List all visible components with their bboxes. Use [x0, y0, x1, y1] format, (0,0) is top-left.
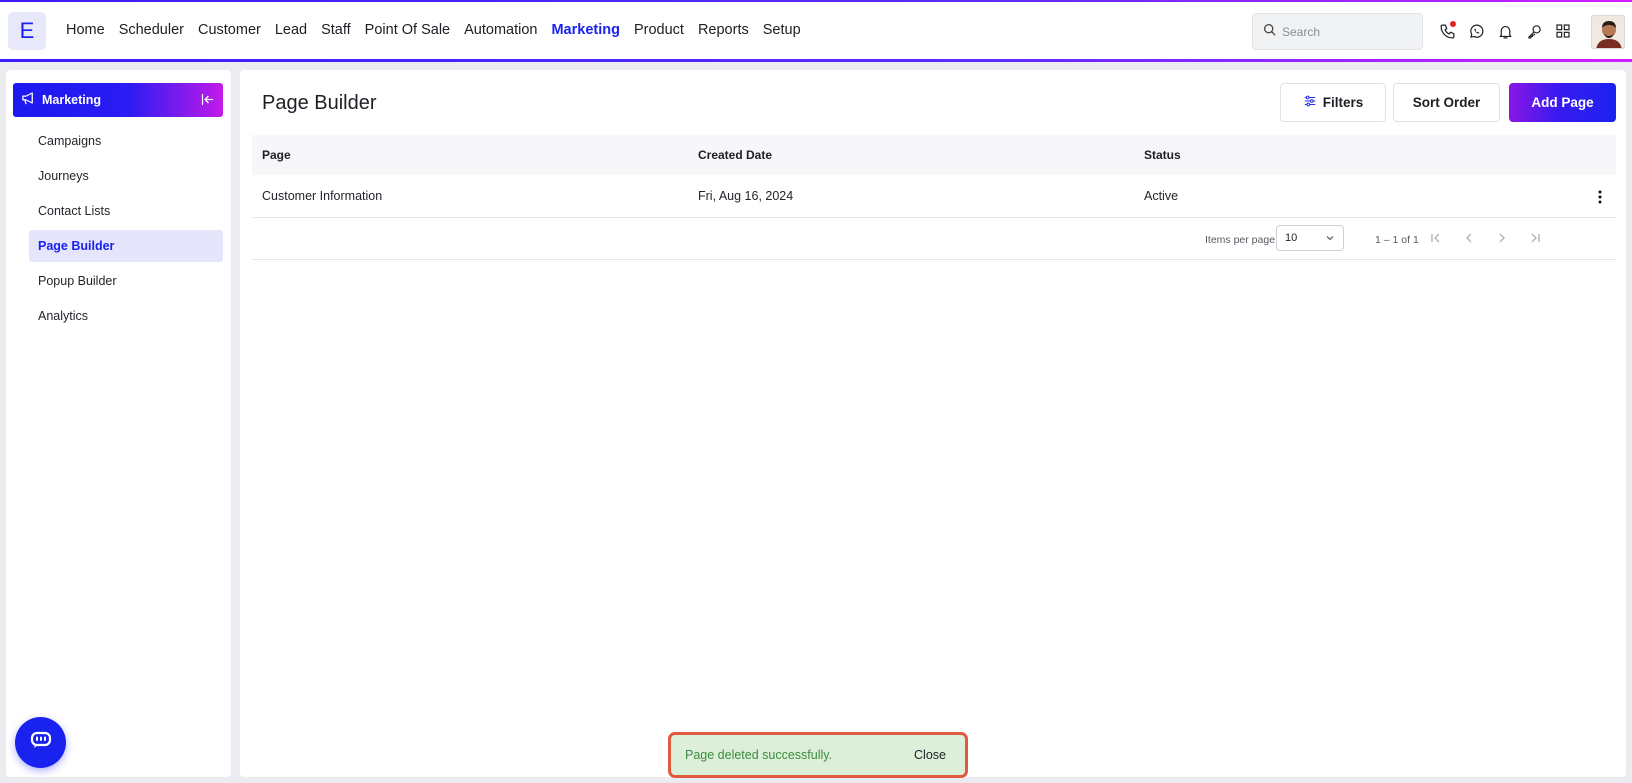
paginator: Items per page: 10 1 – 1 of 1 [252, 218, 1616, 260]
nav-item-setup[interactable]: Setup [763, 22, 801, 38]
nav-item-product[interactable]: Product [634, 22, 684, 38]
more-options-icon[interactable] [1592, 188, 1608, 206]
apps-grid-icon[interactable] [1553, 20, 1573, 42]
notification-dot [1450, 21, 1456, 27]
nav-item-reports[interactable]: Reports [698, 22, 749, 38]
nav-item-staff[interactable]: Staff [321, 22, 351, 38]
top-bar: E Home Scheduler Customer Lead Staff Poi… [0, 0, 1632, 62]
filters-label: Filters [1322, 95, 1364, 110]
sidebar-item-popup-builder[interactable]: Popup Builder [29, 265, 223, 297]
phone-icon[interactable] [1437, 20, 1457, 42]
last-page-icon[interactable] [1527, 230, 1543, 246]
nav-item-scheduler[interactable]: Scheduler [119, 22, 184, 38]
add-page-button[interactable]: Add Page [1509, 83, 1616, 122]
main-nav: Home Scheduler Customer Lead Staff Point… [66, 22, 801, 38]
page-range-label: 1 – 1 of 1 [1375, 234, 1419, 246]
user-avatar[interactable] [1591, 15, 1625, 49]
nav-item-customer[interactable]: Customer [198, 22, 261, 38]
top-icons [1437, 20, 1573, 42]
sidebar-item-analytics[interactable]: Analytics [29, 300, 223, 332]
column-header-created-date[interactable]: Created Date [698, 148, 1144, 162]
search-icon [1263, 23, 1276, 41]
pages-table: Page Created Date Status Customer Inform… [252, 135, 1616, 260]
items-per-page-label: Items per page: [1205, 234, 1278, 246]
nav-item-automation[interactable]: Automation [464, 22, 537, 38]
items-per-page-select[interactable]: 10 [1276, 225, 1344, 251]
nav-item-point-of-sale[interactable]: Point Of Sale [365, 22, 450, 38]
column-header-status[interactable]: Status [1144, 148, 1574, 162]
collapse-sidebar-icon[interactable] [200, 92, 215, 112]
cell-page: Customer Information [262, 189, 383, 203]
snackbar-close-button[interactable]: Close [914, 748, 946, 762]
cell-status: Active [1144, 189, 1179, 203]
cell-created-date: Fri, Aug 16, 2024 [698, 189, 794, 203]
search-input[interactable] [1282, 24, 1412, 39]
next-page-icon[interactable] [1494, 230, 1510, 246]
previous-page-icon[interactable] [1461, 230, 1477, 246]
sort-order-button[interactable]: Sort Order [1393, 83, 1500, 122]
key-icon[interactable] [1524, 20, 1544, 42]
sidebar-item-page-builder[interactable]: Page Builder [29, 230, 223, 262]
column-header-page[interactable]: Page [252, 148, 698, 162]
app-logo[interactable]: E [8, 12, 46, 50]
filters-button[interactable]: Filters [1280, 83, 1386, 122]
whatsapp-icon[interactable] [1466, 20, 1486, 42]
snackbar-message: Page deleted successfully. [685, 748, 833, 762]
sidebar-title: Marketing [42, 93, 102, 107]
chat-icon [30, 731, 52, 754]
nav-item-lead[interactable]: Lead [275, 22, 307, 38]
chevron-down-icon [1325, 233, 1335, 246]
sidebar-item-contact-lists[interactable]: Contact Lists [29, 195, 223, 227]
nav-item-home[interactable]: Home [66, 22, 105, 38]
chat-support-button[interactable] [15, 717, 66, 768]
sidebar-header: Marketing [13, 83, 223, 117]
table-header: Page Created Date Status [252, 135, 1616, 175]
sidebar-item-journeys[interactable]: Journeys [29, 160, 223, 192]
table-row[interactable]: Customer Information Fri, Aug 16, 2024 A… [252, 175, 1616, 218]
bell-icon[interactable] [1495, 20, 1515, 42]
search-box [1252, 13, 1423, 50]
snackbar: Page deleted successfully. Close [668, 732, 968, 778]
sidebar-menu: Campaigns Journeys Contact Lists Page Bu… [29, 125, 223, 335]
sidebar: Marketing Campaigns Journeys Contact Lis… [6, 70, 231, 777]
items-per-page-value: 10 [1285, 232, 1298, 244]
sliders-icon [1303, 94, 1323, 111]
sidebar-item-campaigns[interactable]: Campaigns [29, 125, 223, 157]
first-page-icon[interactable] [1428, 230, 1444, 246]
main-content: Page Builder Filters Sort Order Add Page… [240, 70, 1626, 777]
nav-item-marketing[interactable]: Marketing [551, 22, 620, 38]
page-title: Page Builder [262, 92, 377, 114]
megaphone-icon [21, 91, 36, 110]
